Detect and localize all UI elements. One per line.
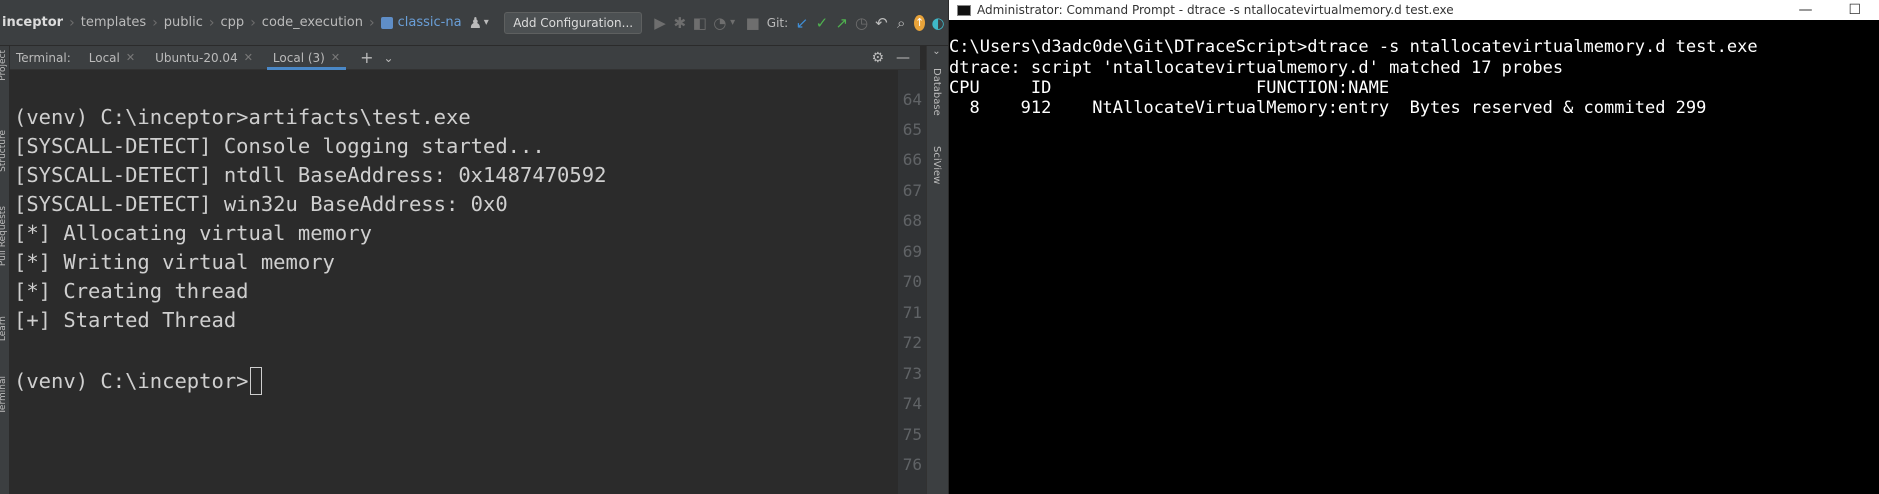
- tab-label: Ubuntu-20.04: [155, 50, 238, 65]
- search-icon[interactable]: ⌕: [894, 13, 908, 33]
- terminal-prompt: (venv) C:\inceptor>: [14, 369, 249, 393]
- tab-ubuntu[interactable]: Ubuntu-20.04 ✕: [145, 46, 263, 70]
- rollback-icon[interactable]: ↶: [874, 13, 888, 33]
- tab-label: Local: [88, 50, 120, 65]
- terminal-label: Terminal:: [16, 50, 71, 65]
- profile-icon[interactable]: ◔: [713, 13, 727, 33]
- minimize-icon[interactable]: —: [1798, 2, 1812, 18]
- line-number: 73: [902, 364, 922, 383]
- cmd-console-output[interactable]: C:\Users\d3adc0de\Git\DTraceScript>dtrac…: [949, 20, 1879, 494]
- breadcrumb-cpp[interactable]: cpp: [217, 15, 249, 30]
- line-number: 65: [902, 120, 922, 139]
- database-tab[interactable]: Database: [931, 68, 942, 116]
- add-tab-icon[interactable]: +: [360, 48, 373, 67]
- line-number: 68: [902, 211, 922, 230]
- right-tool-strip: ⌄ Database SciView: [926, 46, 948, 494]
- cmd-window-title: Administrator: Command Prompt - dtrace -…: [977, 3, 1454, 17]
- line-number-gutter: 64 65 66 67 68 69 70 71 72 73 74 75 76: [898, 70, 926, 494]
- git-label: Git:: [766, 15, 789, 30]
- debug-icon[interactable]: ✱: [673, 13, 687, 33]
- command-prompt-window: Administrator: Command Prompt - dtrace -…: [949, 0, 1879, 494]
- chevron-down-icon[interactable]: ⌄: [931, 46, 942, 57]
- close-icon[interactable]: ✕: [126, 51, 135, 64]
- minimize-icon[interactable]: —: [896, 50, 910, 66]
- tab-local-3[interactable]: Local (3) ✕: [263, 46, 350, 70]
- sciview-tab[interactable]: SciView: [931, 146, 942, 184]
- project-tab[interactable]: Project: [0, 50, 8, 81]
- chevron-right-icon: ›: [369, 14, 375, 31]
- breadcrumb-public[interactable]: public: [160, 15, 207, 30]
- chevron-right-icon: ›: [69, 14, 75, 31]
- ide-window: inceptor › templates › public › cpp › co…: [0, 0, 948, 494]
- console-line: 8 912 NtAllocateVirtualMemory:entry Byte…: [949, 98, 1707, 118]
- chevron-right-icon: ›: [250, 14, 256, 31]
- terminal-line: [SYSCALL-DETECT] ntdll BaseAddress: 0x14…: [14, 163, 607, 187]
- run-icon[interactable]: ▶: [653, 13, 667, 33]
- pull-requests-tab[interactable]: Pull Requests: [0, 206, 8, 266]
- chevron-down-icon[interactable]: ▾: [726, 13, 740, 33]
- coverage-icon[interactable]: ◧: [693, 13, 707, 33]
- line-number: 74: [902, 394, 922, 413]
- console-line: dtrace: script 'ntallocatevirtualmemory.…: [949, 58, 1564, 78]
- terminal-line: [*] Creating thread: [14, 279, 249, 303]
- line-number: 72: [902, 333, 922, 352]
- run-config-label: classic-na: [397, 15, 462, 30]
- line-number: 75: [902, 425, 922, 444]
- gear-icon[interactable]: ⚙: [871, 50, 884, 66]
- terminal-line: [*] Allocating virtual memory: [14, 221, 372, 245]
- line-number: 67: [902, 181, 922, 200]
- line-number: 66: [902, 150, 922, 169]
- terminal-tab-bar: Terminal: Local ✕ Ubuntu-20.04 ✕ Local (…: [10, 46, 920, 70]
- stop-icon[interactable]: ■: [746, 13, 760, 33]
- navigation-bar: inceptor › templates › public › cpp › co…: [0, 0, 948, 46]
- line-number: 64: [902, 90, 922, 109]
- tab-label: Local (3): [272, 50, 325, 65]
- chevron-down-icon[interactable]: ▾: [479, 13, 493, 33]
- terminal-line: [*] Writing virtual memory: [14, 250, 335, 274]
- line-number: 70: [902, 272, 922, 291]
- file-icon: [380, 16, 393, 29]
- breadcrumb-classic-na[interactable]: classic-na: [377, 15, 466, 30]
- cmd-app-icon: [957, 4, 971, 16]
- line-number: 76: [902, 455, 922, 474]
- maximize-icon[interactable]: ☐: [1848, 2, 1861, 18]
- terminal-output[interactable]: (venv) C:\inceptor>artifacts\test.exe [S…: [10, 70, 898, 494]
- cmd-title-bar[interactable]: Administrator: Command Prompt - dtrace -…: [949, 0, 1879, 20]
- breadcrumb-inceptor[interactable]: inceptor: [0, 15, 67, 30]
- close-icon[interactable]: ✕: [244, 51, 253, 64]
- history-icon[interactable]: ◷: [855, 13, 869, 33]
- git-commit-icon[interactable]: ✓: [815, 13, 829, 33]
- structure-tab[interactable]: Structure: [0, 130, 8, 172]
- text-cursor[interactable]: [249, 367, 262, 395]
- terminal-side-tab[interactable]: Terminal: [0, 376, 8, 414]
- git-push-icon[interactable]: ↗: [835, 13, 849, 33]
- chevron-right-icon: ›: [208, 14, 215, 31]
- update-icon[interactable]: ↑: [914, 14, 926, 31]
- terminal-prompt-line: (venv) C:\inceptor>: [14, 367, 262, 395]
- tab-local[interactable]: Local ✕: [79, 46, 145, 70]
- chevron-right-icon: ›: [152, 14, 158, 31]
- left-tool-strip: Project Structure Pull Requests Learn Te…: [0, 46, 10, 494]
- terminal-line: [SYSCALL-DETECT] Console logging started…: [14, 134, 545, 158]
- terminal-line: [SYSCALL-DETECT] win32u BaseAddress: 0x0: [14, 192, 508, 216]
- breadcrumb-code-execution[interactable]: code_execution: [258, 15, 367, 30]
- terminal-line: (venv) C:\inceptor>artifacts\test.exe: [14, 105, 471, 129]
- chevron-down-icon[interactable]: ⌄: [383, 51, 393, 65]
- line-number: 69: [902, 242, 922, 261]
- console-line: CPU ID FUNCTION:NAME: [949, 78, 1390, 98]
- console-line: C:\Users\d3adc0de\Git\DTraceScript>dtrac…: [949, 37, 1758, 57]
- git-update-icon[interactable]: ↙: [795, 13, 809, 33]
- add-configuration-button[interactable]: Add Configuration...: [504, 11, 643, 34]
- line-number: 71: [902, 303, 922, 322]
- terminal-line: [+] Started Thread: [14, 308, 237, 332]
- learn-tab[interactable]: Learn: [0, 316, 8, 341]
- close-icon[interactable]: ✕: [331, 51, 340, 64]
- breadcrumb-templates[interactable]: templates: [77, 15, 150, 30]
- plugin-icon[interactable]: ◐: [931, 13, 945, 33]
